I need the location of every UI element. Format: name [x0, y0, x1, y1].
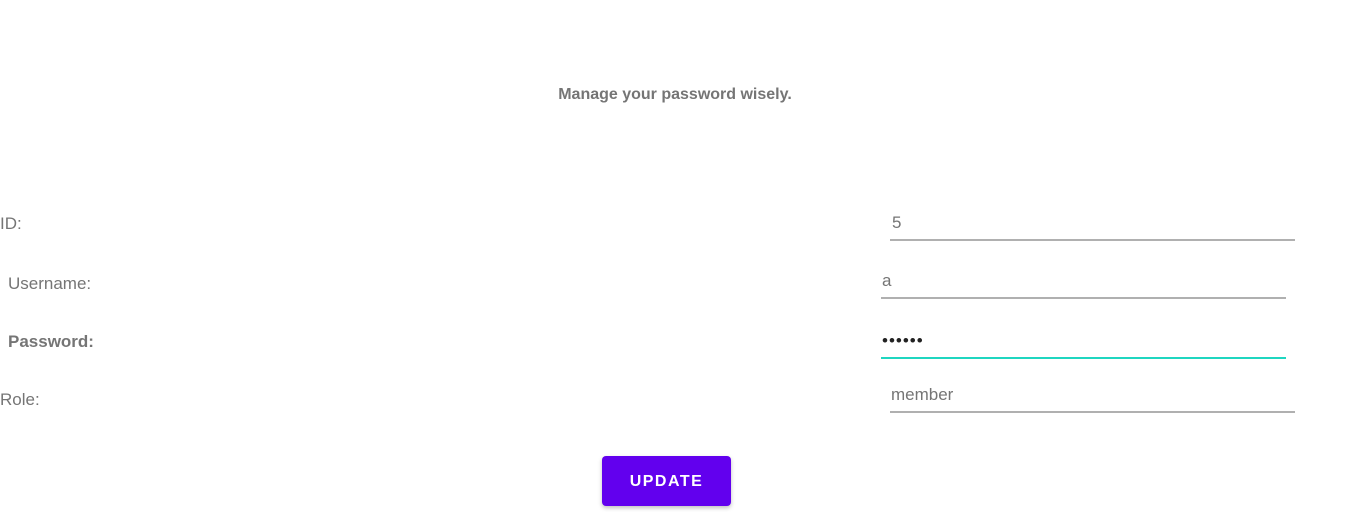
username-label: Username:: [8, 274, 92, 293]
password-field-value: ••••••: [882, 331, 924, 350]
id-field[interactable]: 5: [890, 205, 1295, 241]
page-title: Manage your password wisely.: [558, 86, 792, 103]
password-field[interactable]: ••••••: [881, 323, 1286, 359]
role-field-value: member: [891, 385, 954, 404]
role-label: Role:: [0, 390, 40, 409]
password-label: Password:: [8, 332, 94, 351]
username-field[interactable]: a: [881, 263, 1286, 299]
password-manager-screen: Manage your password wisely. ID: 5 Usern…: [0, 0, 1350, 512]
username-field-value: a: [882, 271, 892, 290]
id-field-value: 5: [892, 213, 902, 232]
update-button[interactable]: UPDATE: [602, 456, 731, 506]
role-field[interactable]: member: [890, 377, 1295, 413]
id-label: ID:: [0, 214, 22, 233]
